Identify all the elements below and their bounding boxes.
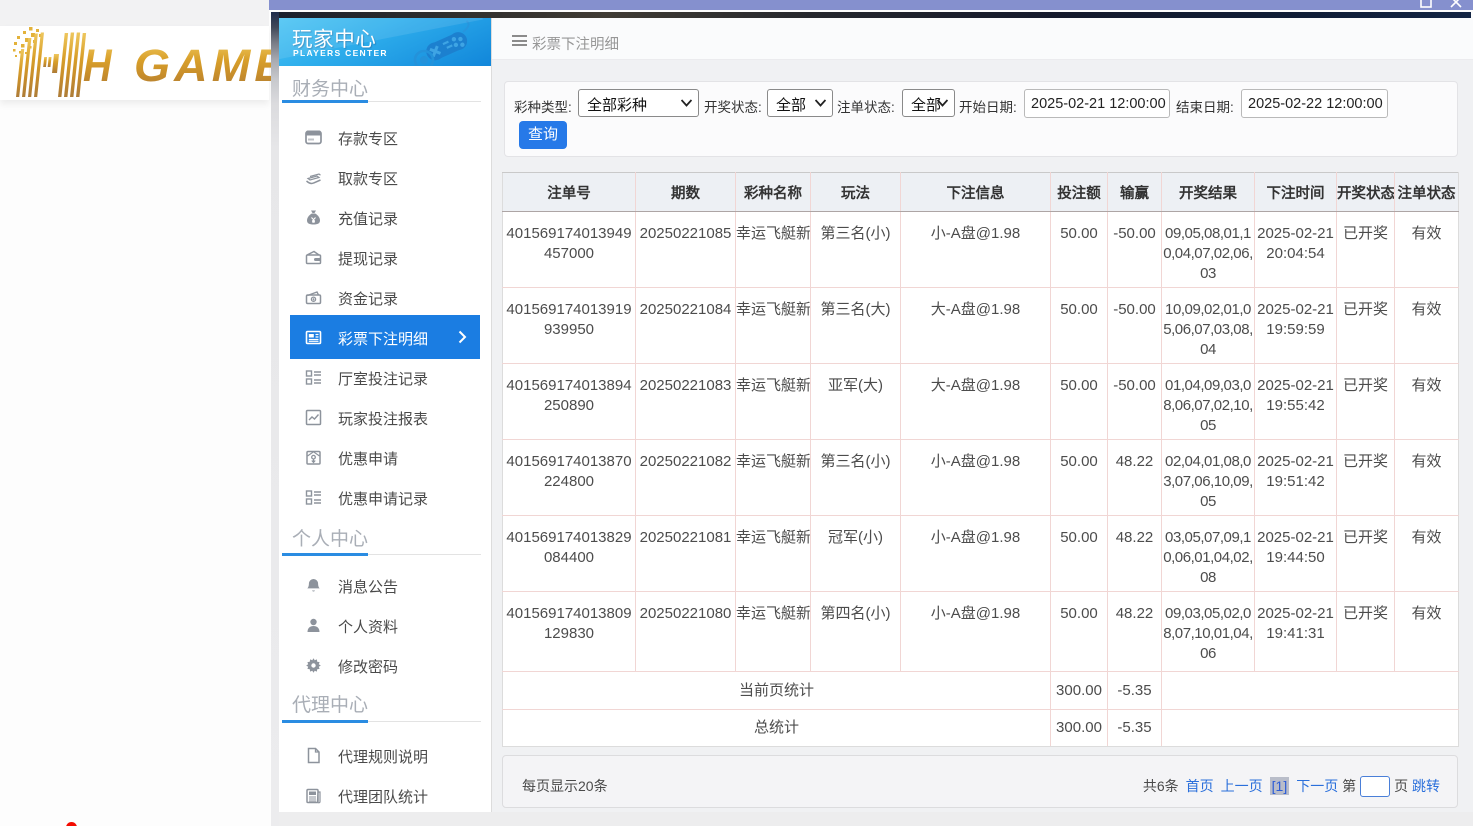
svg-text:H: H (83, 41, 113, 91)
svg-text:GAME: GAME (134, 41, 289, 91)
